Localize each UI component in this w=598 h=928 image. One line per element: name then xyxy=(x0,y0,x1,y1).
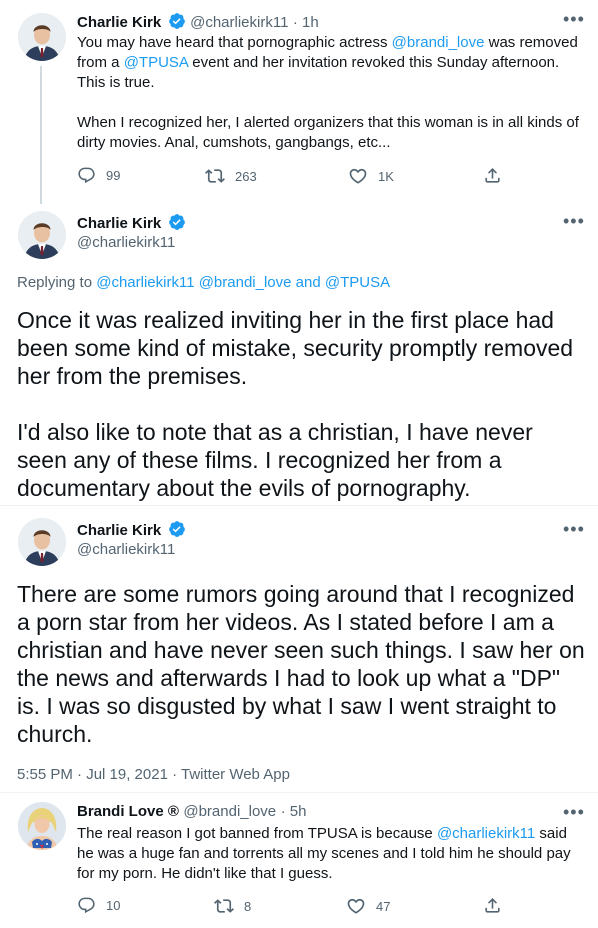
tweet-time[interactable]: · 1h xyxy=(293,14,319,31)
mention-link[interactable]: @charliekirk11 xyxy=(437,825,535,842)
heart-icon xyxy=(347,898,365,914)
tweet-text-part: You may have heard that pornographic act… xyxy=(77,34,392,51)
avatar[interactable] xyxy=(18,802,66,850)
like-button[interactable]: 47 xyxy=(346,896,390,916)
tweet-header: Brandi Love ® @brandi_love · 5h xyxy=(77,803,306,821)
tweet-text-part: The real reason I got banned from TPUSA … xyxy=(77,825,437,842)
author-name[interactable]: Brandi Love ® xyxy=(77,803,179,820)
tweet-header: Charlie Kirk xyxy=(77,520,186,540)
tweet-header: Charlie Kirk xyxy=(77,213,186,233)
replying-to: Replying to @charliekirk11 @brandi_love … xyxy=(17,274,390,291)
like-count: 1K xyxy=(378,168,394,184)
more-horizontal-icon[interactable]: ••• xyxy=(563,519,585,540)
tweet-time[interactable]: · 5h xyxy=(281,803,307,820)
like-count: 47 xyxy=(376,898,391,914)
avatar-image xyxy=(18,211,66,259)
avatar-image xyxy=(18,802,66,850)
mention-link[interactable]: @TPUSA xyxy=(124,54,188,71)
avatar[interactable] xyxy=(18,518,66,566)
avatar-image xyxy=(18,13,66,61)
author-handle[interactable]: @brandi_love xyxy=(183,803,276,820)
more-horizontal-icon[interactable]: ••• xyxy=(563,211,585,232)
more-horizontal-icon[interactable]: ••• xyxy=(563,9,585,30)
tweet-text: You may have heard that pornographic act… xyxy=(77,33,585,153)
reply-count: 99 xyxy=(106,168,121,183)
tweet-header: Charlie Kirk @charliekirk11 · 1h xyxy=(77,12,547,32)
author-handle[interactable]: @charliekirk11 xyxy=(190,14,288,31)
retweet-button[interactable]: 263 xyxy=(205,166,257,186)
author-name[interactable]: Charlie Kirk xyxy=(77,522,161,539)
retweet-count: 8 xyxy=(244,898,252,914)
mention-link[interactable]: @brandi_love xyxy=(392,34,485,51)
verified-badge-icon xyxy=(168,12,186,30)
replying-to-mentions[interactable]: @charliekirk11 @brandi_love and @TPUSA xyxy=(96,274,390,291)
divider xyxy=(0,505,598,506)
tweet-text-paragraph: There are some rumors going around that … xyxy=(17,581,592,747)
reply-icon xyxy=(78,167,95,184)
verified-badge-icon xyxy=(168,213,186,231)
avatar-image xyxy=(18,518,66,566)
retweet-count: 263 xyxy=(235,168,257,184)
divider xyxy=(0,792,598,793)
thread-line xyxy=(40,66,42,204)
author-handle[interactable]: @charliekirk11 xyxy=(77,541,175,558)
tweet-timestamp[interactable]: 5:55 PM · Jul 19, 2021 · Twitter Web App xyxy=(17,766,290,783)
avatar[interactable] xyxy=(18,13,66,61)
heart-icon xyxy=(349,168,367,184)
tweet-text: Once it was realized inviting her in the… xyxy=(17,306,587,502)
avatar[interactable] xyxy=(18,211,66,259)
share-button[interactable] xyxy=(483,166,512,185)
more-horizontal-icon[interactable]: ••• xyxy=(563,802,585,823)
reply-count: 10 xyxy=(106,898,121,913)
tweet-text: There are some rumors going around that … xyxy=(17,580,585,748)
tweet-text-paragraph: Once it was realized inviting her in the… xyxy=(17,307,580,389)
like-button[interactable]: 1K xyxy=(348,166,394,186)
tweet-text-paragraph: I'd also like to note that as a christia… xyxy=(17,419,540,501)
tweet-text-paragraph: When I recognized her, I alerted organiz… xyxy=(77,114,584,151)
author-name[interactable]: Charlie Kirk xyxy=(77,14,161,31)
verified-badge-icon xyxy=(168,520,186,538)
share-icon xyxy=(485,168,500,183)
share-icon xyxy=(485,898,500,913)
replying-to-prefix: Replying to xyxy=(17,274,97,291)
retweet-icon xyxy=(214,899,234,913)
tweet-text: The real reason I got banned from TPUSA … xyxy=(77,824,582,884)
retweet-icon xyxy=(205,169,225,183)
retweet-button[interactable]: 8 xyxy=(214,896,251,916)
reply-button[interactable]: 99 xyxy=(77,166,120,185)
share-button[interactable] xyxy=(483,896,512,915)
reply-icon xyxy=(78,897,95,914)
author-name[interactable]: Charlie Kirk xyxy=(77,215,161,232)
reply-button[interactable]: 10 xyxy=(77,896,120,915)
author-handle[interactable]: @charliekirk11 xyxy=(77,234,175,251)
